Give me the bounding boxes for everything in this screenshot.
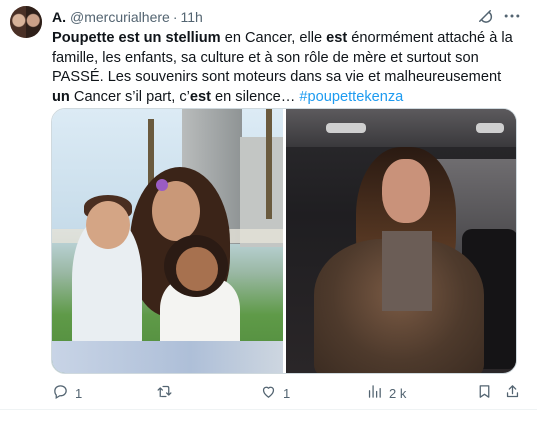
text-bold-1: Poupette est un stellium: [52, 30, 221, 46]
text-bold-7: est: [189, 88, 211, 105]
retweet-icon: [156, 383, 173, 403]
photo-child-1-face: [86, 201, 130, 249]
avatar-right-half: [26, 6, 42, 38]
photo-legs: [52, 341, 283, 373]
text-bold-3: est: [326, 30, 348, 46]
views-count: 2 k: [389, 385, 407, 401]
hashtag-link[interactable]: #poupettekenza: [299, 89, 403, 105]
bookmark-icon: [476, 383, 493, 403]
media-grid: [51, 108, 517, 374]
reply-icon: [52, 383, 69, 403]
separator-dot: ·: [172, 9, 178, 25]
heart-icon: [260, 383, 277, 403]
photo-flower: [156, 179, 168, 191]
bookmark-button[interactable]: [476, 383, 493, 403]
action-bar: 1 1 2 k: [52, 383, 522, 403]
like-count: 1: [283, 385, 291, 401]
share-icon: [504, 383, 521, 403]
retweet-button[interactable]: [156, 383, 179, 403]
share-button[interactable]: [504, 383, 521, 403]
tweet-header: A. @mercurialhere · 11h: [52, 8, 203, 26]
reply-count: 1: [75, 385, 83, 401]
display-name[interactable]: A.: [52, 9, 66, 25]
photo-child-2-face: [176, 247, 218, 291]
avatar-left-half: [10, 6, 26, 38]
text-segment-6: Cancer s’il part, c’: [69, 88, 190, 105]
photo-woman-face: [381, 159, 430, 223]
photo-top: [381, 231, 432, 311]
more-icon[interactable]: [502, 7, 522, 25]
reply-button[interactable]: 1: [52, 383, 82, 403]
tweet-text: Poupette est un stellium en Cancer, elle…: [52, 29, 522, 107]
timestamp[interactable]: 11h: [180, 9, 202, 25]
like-button[interactable]: 1: [260, 383, 290, 403]
grok-icon[interactable]: [476, 7, 494, 25]
views-icon: [366, 383, 383, 403]
avatar[interactable]: [10, 6, 42, 38]
text-segment-2: en Cancer, elle: [220, 30, 327, 46]
text-segment-8: en silence…: [210, 88, 300, 105]
photo-palm-2: [266, 109, 272, 219]
photo-car-light-2: [475, 123, 504, 133]
photo-family-outdoor[interactable]: [52, 109, 283, 373]
photo-car-light: [325, 123, 366, 133]
user-handle[interactable]: @mercurialhere: [70, 9, 170, 25]
tweet[interactable]: A. @mercurialhere · 11h Poupette est un …: [0, 0, 537, 410]
text-bold-5: un: [52, 88, 70, 105]
photo-car-interior[interactable]: [285, 109, 516, 373]
views-button[interactable]: 2 k: [366, 383, 406, 403]
